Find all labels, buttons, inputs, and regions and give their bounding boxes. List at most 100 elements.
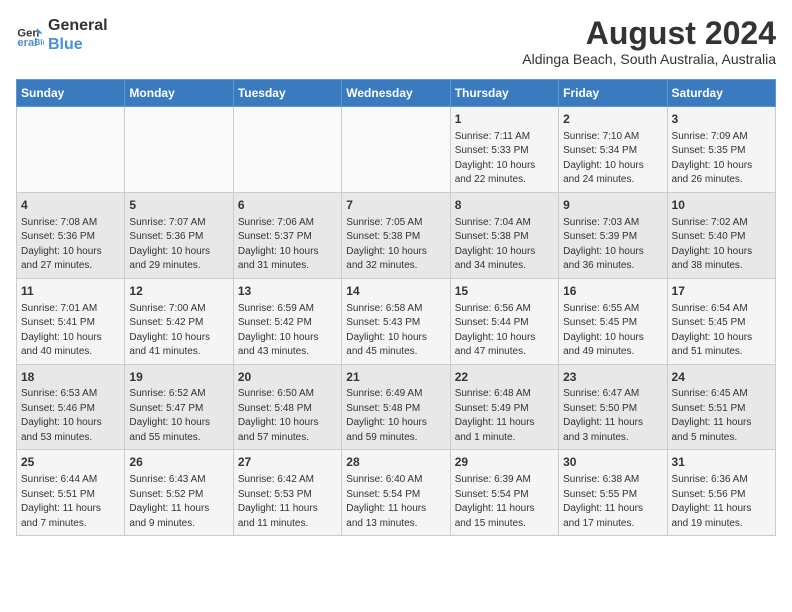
day-cell: 1Sunrise: 7:11 AM Sunset: 5:33 PM Daylig… xyxy=(450,107,558,193)
calendar-table: SundayMondayTuesdayWednesdayThursdayFrid… xyxy=(16,79,776,536)
logo-general: General xyxy=(48,16,108,35)
day-info: Sunrise: 7:06 AM Sunset: 5:37 PM Dayligh… xyxy=(238,216,337,274)
day-cell: 15 Sunrise: 6:56 AM Sunset: 5:44 PM Dayli… xyxy=(450,278,558,364)
day-cell: 30 Sunrise: 6:38 AM Sunset: 5:55 PM Dayli… xyxy=(559,450,667,536)
day-number: 27 xyxy=(238,454,337,471)
header-monday: Monday xyxy=(125,80,233,107)
day-cell: 16Sunrise: 6:55 AM Sunset: 5:45 PM Dayli… xyxy=(559,278,667,364)
day-number: 8 xyxy=(455,197,554,214)
day-number: 10 xyxy=(672,197,771,214)
day-info: Sunrise: 6:55 AM Sunset: 5:45 PM Dayligh… xyxy=(563,302,662,360)
day-cell: 20Sunrise: 6:50 AM Sunset: 5:48 PM Dayli… xyxy=(233,364,341,450)
page-header: Gen eral Blue General Blue August 2024 A… xyxy=(16,16,776,67)
day-cell: 27 Sunrise: 6:42 AM Sunset: 5:53 PM Dayli… xyxy=(233,450,341,536)
day-number: 1 xyxy=(455,111,554,128)
week-row-1: 1Sunrise: 7:11 AM Sunset: 5:33 PM Daylig… xyxy=(17,107,776,193)
day-number: 24 xyxy=(672,369,771,386)
title-block: August 2024 Aldinga Beach, South Austral… xyxy=(522,16,776,67)
svg-text:Blue: Blue xyxy=(34,37,44,47)
day-cell: 18Sunrise: 6:53 AM Sunset: 5:46 PM Dayli… xyxy=(17,364,125,450)
day-info: Sunrise: 6:53 AM Sunset: 5:46 PM Dayligh… xyxy=(21,387,120,445)
day-cell: 5 Sunrise: 7:07 AM Sunset: 5:36 PM Daylig… xyxy=(125,192,233,278)
day-cell xyxy=(342,107,450,193)
day-cell: 31 Sunrise: 6:36 AM Sunset: 5:56 PM Dayli… xyxy=(667,450,775,536)
page-title: August 2024 xyxy=(522,16,776,51)
day-cell: 3Sunrise: 7:09 AM Sunset: 5:35 PM Daylig… xyxy=(667,107,775,193)
day-cell: 10 Sunrise: 7:02 AM Sunset: 5:40 PM Dayli… xyxy=(667,192,775,278)
header-thursday: Thursday xyxy=(450,80,558,107)
day-info: Sunrise: 7:00 AM Sunset: 5:42 PM Dayligh… xyxy=(129,302,228,360)
day-cell: 12 Sunrise: 7:00 AM Sunset: 5:42 PM Dayli… xyxy=(125,278,233,364)
day-cell: 4Sunrise: 7:08 AM Sunset: 5:36 PM Daylig… xyxy=(17,192,125,278)
day-number: 20 xyxy=(238,369,337,386)
header-sunday: Sunday xyxy=(17,80,125,107)
day-cell: 21Sunrise: 6:49 AM Sunset: 5:48 PM Dayli… xyxy=(342,364,450,450)
day-number: 25 xyxy=(21,454,120,471)
header-friday: Friday xyxy=(559,80,667,107)
day-info: Sunrise: 7:04 AM Sunset: 5:38 PM Dayligh… xyxy=(455,216,554,274)
day-cell: 11Sunrise: 7:01 AM Sunset: 5:41 PM Dayli… xyxy=(17,278,125,364)
day-cell xyxy=(125,107,233,193)
day-number: 28 xyxy=(346,454,445,471)
day-info: Sunrise: 7:05 AM Sunset: 5:38 PM Dayligh… xyxy=(346,216,445,274)
logo: Gen eral Blue General Blue xyxy=(16,16,108,54)
day-number: 23 xyxy=(563,369,662,386)
day-cell: 29 Sunrise: 6:39 AM Sunset: 5:54 PM Dayli… xyxy=(450,450,558,536)
day-info: Sunrise: 6:56 AM Sunset: 5:44 PM Dayligh… xyxy=(455,302,554,360)
week-row-5: 25Sunrise: 6:44 AM Sunset: 5:51 PM Dayli… xyxy=(17,450,776,536)
day-number: 19 xyxy=(129,369,228,386)
day-number: 21 xyxy=(346,369,445,386)
day-info: Sunrise: 6:36 AM Sunset: 5:56 PM Dayligh… xyxy=(672,473,771,531)
day-number: 9 xyxy=(563,197,662,214)
day-cell: 24Sunrise: 6:45 AM Sunset: 5:51 PM Dayli… xyxy=(667,364,775,450)
day-cell xyxy=(233,107,341,193)
day-number: 29 xyxy=(455,454,554,471)
day-info: Sunrise: 6:48 AM Sunset: 5:49 PM Dayligh… xyxy=(455,387,554,445)
header-tuesday: Tuesday xyxy=(233,80,341,107)
day-cell: 9Sunrise: 7:03 AM Sunset: 5:39 PM Daylig… xyxy=(559,192,667,278)
week-row-2: 4Sunrise: 7:08 AM Sunset: 5:36 PM Daylig… xyxy=(17,192,776,278)
day-info: Sunrise: 6:38 AM Sunset: 5:55 PM Dayligh… xyxy=(563,473,662,531)
day-cell: 2 Sunrise: 7:10 AM Sunset: 5:34 PM Daylig… xyxy=(559,107,667,193)
day-number: 22 xyxy=(455,369,554,386)
day-number: 30 xyxy=(563,454,662,471)
logo-blue: Blue xyxy=(48,35,108,54)
day-number: 18 xyxy=(21,369,120,386)
day-number: 13 xyxy=(238,283,337,300)
day-info: Sunrise: 7:10 AM Sunset: 5:34 PM Dayligh… xyxy=(563,130,662,188)
day-number: 2 xyxy=(563,111,662,128)
day-info: Sunrise: 6:47 AM Sunset: 5:50 PM Dayligh… xyxy=(563,387,662,445)
day-cell: 7 Sunrise: 7:05 AM Sunset: 5:38 PM Daylig… xyxy=(342,192,450,278)
day-info: Sunrise: 6:58 AM Sunset: 5:43 PM Dayligh… xyxy=(346,302,445,360)
week-row-3: 11Sunrise: 7:01 AM Sunset: 5:41 PM Dayli… xyxy=(17,278,776,364)
day-info: Sunrise: 6:49 AM Sunset: 5:48 PM Dayligh… xyxy=(346,387,445,445)
header-saturday: Saturday xyxy=(667,80,775,107)
day-cell: 6 Sunrise: 7:06 AM Sunset: 5:37 PM Daylig… xyxy=(233,192,341,278)
day-cell: 19Sunrise: 6:52 AM Sunset: 5:47 PM Dayli… xyxy=(125,364,233,450)
day-info: Sunrise: 6:59 AM Sunset: 5:42 PM Dayligh… xyxy=(238,302,337,360)
day-info: Sunrise: 6:42 AM Sunset: 5:53 PM Dayligh… xyxy=(238,473,337,531)
day-info: Sunrise: 6:39 AM Sunset: 5:54 PM Dayligh… xyxy=(455,473,554,531)
day-number: 31 xyxy=(672,454,771,471)
day-info: Sunrise: 7:07 AM Sunset: 5:36 PM Dayligh… xyxy=(129,216,228,274)
day-number: 6 xyxy=(238,197,337,214)
day-cell: 26Sunrise: 6:43 AM Sunset: 5:52 PM Dayli… xyxy=(125,450,233,536)
day-info: Sunrise: 7:09 AM Sunset: 5:35 PM Dayligh… xyxy=(672,130,771,188)
day-number: 12 xyxy=(129,283,228,300)
day-number: 5 xyxy=(129,197,228,214)
day-info: Sunrise: 7:01 AM Sunset: 5:41 PM Dayligh… xyxy=(21,302,120,360)
header-wednesday: Wednesday xyxy=(342,80,450,107)
day-number: 15 xyxy=(455,283,554,300)
day-cell: 28 Sunrise: 6:40 AM Sunset: 5:54 PM Dayli… xyxy=(342,450,450,536)
day-cell: 23Sunrise: 6:47 AM Sunset: 5:50 PM Dayli… xyxy=(559,364,667,450)
day-number: 26 xyxy=(129,454,228,471)
header-row: SundayMondayTuesdayWednesdayThursdayFrid… xyxy=(17,80,776,107)
day-number: 7 xyxy=(346,197,445,214)
day-info: Sunrise: 7:02 AM Sunset: 5:40 PM Dayligh… xyxy=(672,216,771,274)
day-cell: 25Sunrise: 6:44 AM Sunset: 5:51 PM Dayli… xyxy=(17,450,125,536)
day-info: Sunrise: 6:45 AM Sunset: 5:51 PM Dayligh… xyxy=(672,387,771,445)
day-info: Sunrise: 6:40 AM Sunset: 5:54 PM Dayligh… xyxy=(346,473,445,531)
day-info: Sunrise: 6:54 AM Sunset: 5:45 PM Dayligh… xyxy=(672,302,771,360)
day-cell: 14Sunrise: 6:58 AM Sunset: 5:43 PM Dayli… xyxy=(342,278,450,364)
day-cell: 17Sunrise: 6:54 AM Sunset: 5:45 PM Dayli… xyxy=(667,278,775,364)
